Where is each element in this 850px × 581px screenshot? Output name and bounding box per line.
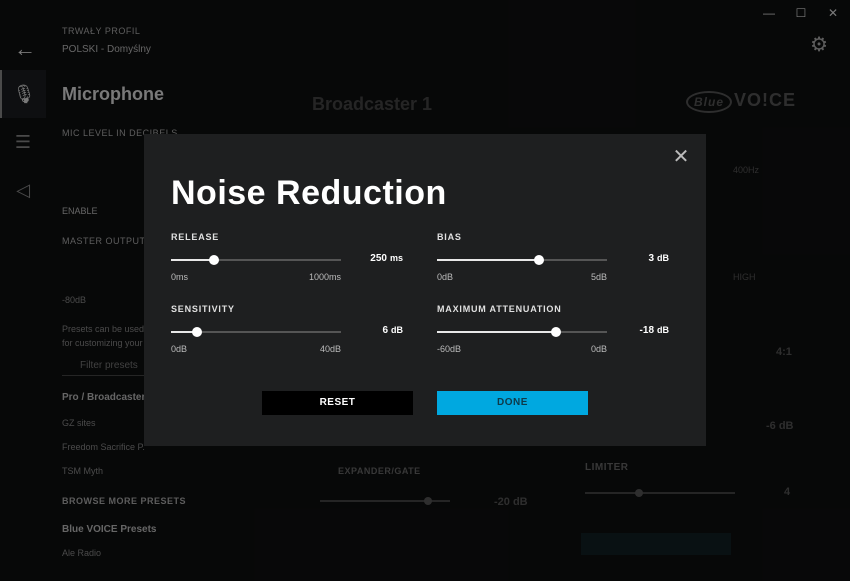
sensitivity-control: SENSITIVITY 6 dB 0dB 40dB xyxy=(171,304,403,356)
slider-fill xyxy=(437,259,539,261)
slider-fill xyxy=(437,331,556,333)
maximum-attenuation-slider[interactable] xyxy=(437,327,607,337)
bias-slider[interactable] xyxy=(437,255,607,265)
close-icon[interactable]: ✕ xyxy=(672,147,690,167)
noise-reduction-dialog: ✕ Noise Reduction RELEASE 250 ms 0ms 1000… xyxy=(144,134,706,446)
range-max: 0dB xyxy=(590,344,607,354)
slider-thumb[interactable] xyxy=(551,327,561,337)
done-button[interactable]: DONE xyxy=(437,391,588,415)
range-min: -60dB xyxy=(437,344,462,354)
range-min: 0dB xyxy=(437,272,454,282)
sensitivity-range: 0dB 40dB xyxy=(171,344,341,356)
slider-fill xyxy=(171,259,214,261)
value-number: -18 xyxy=(639,325,654,336)
maximum-attenuation-value: -18 dB xyxy=(640,325,669,336)
release-label: RELEASE xyxy=(171,232,220,242)
range-min: 0ms xyxy=(171,272,189,282)
sensitivity-value: 6 dB xyxy=(382,325,403,336)
maximum-attenuation-range: -60dB 0dB xyxy=(437,344,607,356)
bias-control: BIAS 3 dB 0dB 5dB xyxy=(437,232,669,284)
sensitivity-slider[interactable] xyxy=(171,327,341,337)
bias-value: 3 dB xyxy=(648,253,669,264)
dialog-title: Noise Reduction xyxy=(171,174,447,212)
release-value: 250 ms xyxy=(370,253,403,264)
value-unit: dB xyxy=(391,325,403,335)
maximum-attenuation-label: MAXIMUM ATTENUATION xyxy=(437,304,562,314)
sensitivity-label: SENSITIVITY xyxy=(171,304,235,314)
range-min: 0dB xyxy=(171,344,188,354)
bias-range: 0dB 5dB xyxy=(437,272,607,284)
maximum-attenuation-control: MAXIMUM ATTENUATION -18 dB -60dB 0dB xyxy=(437,304,669,356)
range-max: 1000ms xyxy=(308,272,341,282)
slider-thumb[interactable] xyxy=(534,255,544,265)
range-max: 40dB xyxy=(319,344,341,354)
slider-thumb[interactable] xyxy=(191,327,202,337)
slider-thumb[interactable] xyxy=(208,255,219,265)
value-unit: dB xyxy=(657,325,669,335)
release-control: RELEASE 250 ms 0ms 1000ms xyxy=(171,232,403,284)
value-unit: ms xyxy=(389,253,403,263)
value-unit: dB xyxy=(657,253,669,263)
value-number: 6 xyxy=(382,325,388,336)
release-range: 0ms 1000ms xyxy=(171,272,341,284)
value-number: 250 xyxy=(370,253,387,264)
release-slider[interactable] xyxy=(171,255,341,265)
range-max: 5dB xyxy=(590,272,607,282)
reset-button[interactable]: RESET xyxy=(262,391,413,415)
value-number: 3 xyxy=(648,253,654,264)
bias-label: BIAS xyxy=(437,232,462,242)
